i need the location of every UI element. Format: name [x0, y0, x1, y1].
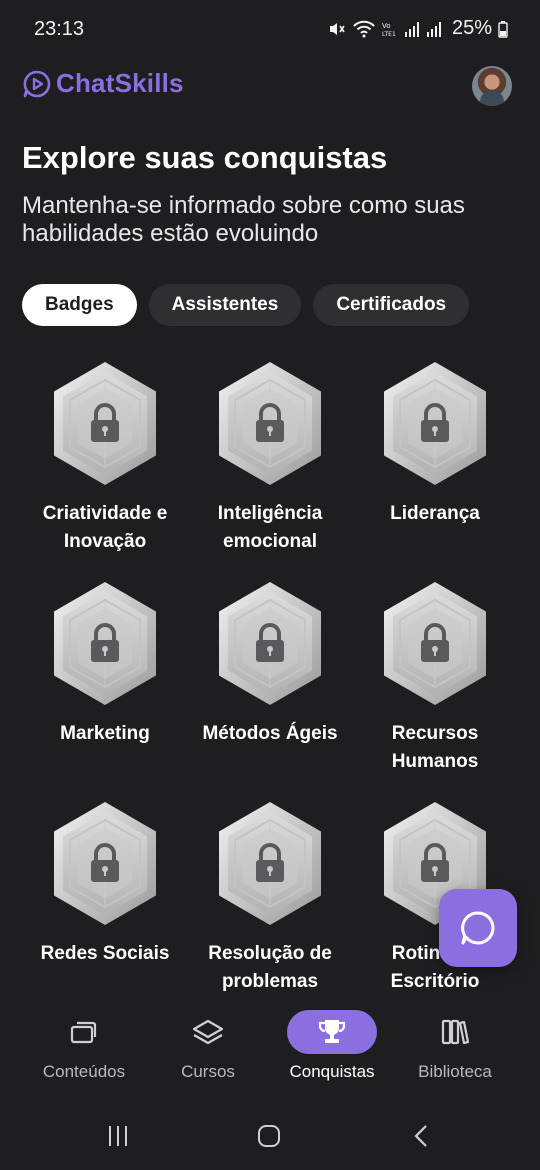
chat-button[interactable]	[439, 889, 517, 967]
status-time: 23:13	[34, 18, 85, 40]
volte-icon: VoLTE1	[382, 22, 396, 38]
locked-badge-icon	[215, 580, 325, 707]
nav-conteudos[interactable]: Conteúdos	[24, 1010, 144, 1090]
app-logo[interactable]: ChatSkills	[22, 68, 184, 99]
avatar[interactable]	[472, 66, 512, 106]
locked-badge-icon	[380, 360, 490, 487]
battery-icon	[498, 20, 508, 38]
tab-assistentes[interactable]: Assistentes	[148, 284, 302, 326]
status-icons: Vo LTE1 25%	[328, 17, 508, 40]
screen: 23:13 Vo LTE1 25% ChatSkills Explore suas…	[0, 0, 540, 1170]
svg-text:Vo: Vo	[382, 22, 391, 30]
nav-label: Conteúdos	[42, 1062, 126, 1081]
svg-text:LTE1: LTE1	[382, 31, 396, 38]
nav-label: Conquistas	[289, 1062, 375, 1081]
badge-label: Criatividade e Inovação	[42, 503, 168, 552]
locked-badge-icon	[50, 580, 160, 707]
badge-label: Métodos Ágeis	[202, 723, 338, 744]
page-subtitle: Mantenha-se informado sobre como suas ha…	[22, 192, 465, 247]
signal-icon	[426, 21, 441, 37]
stacked-cards-icon	[70, 1021, 97, 1044]
play-chat-icon	[23, 70, 51, 97]
page-title: Explore suas conquistas	[22, 140, 388, 175]
recent-apps-icon[interactable]	[106, 1124, 130, 1148]
system-nav-bar	[0, 1100, 540, 1170]
app-header: ChatSkills	[0, 58, 540, 114]
nav-label: Cursos	[181, 1062, 235, 1081]
chat-bubble-icon	[461, 911, 495, 945]
mute-icon	[329, 22, 345, 35]
nav-cursos[interactable]: Cursos	[148, 1010, 268, 1090]
nav-biblioteca[interactable]: Biblioteca	[395, 1010, 515, 1090]
badge-label: Inteligência emocional	[217, 503, 323, 552]
signal-icon	[404, 21, 419, 37]
tab-badges[interactable]: Badges	[22, 284, 137, 326]
badge-label: Resolução de problemas	[208, 943, 332, 992]
locked-badge-icon	[215, 800, 325, 927]
bottom-nav: Conteúdos Cursos Conquistas Biblioteca	[0, 996, 540, 1100]
wifi-icon	[353, 20, 375, 37]
nav-label: Biblioteca	[418, 1062, 492, 1081]
back-icon[interactable]	[410, 1124, 434, 1148]
battery-percentage: 25%	[451, 17, 492, 39]
locked-badge-icon	[215, 360, 325, 487]
home-icon[interactable]	[257, 1124, 281, 1148]
app-name: ChatSkills	[56, 68, 184, 98]
badge-label: Recursos Humanos	[391, 723, 479, 772]
locked-badge-icon	[50, 800, 160, 927]
badge-label: Liderança	[390, 503, 480, 524]
tab-certificados[interactable]: Certificados	[313, 284, 470, 326]
layers-icon	[192, 1019, 224, 1045]
tab-bar: Badges Assistentes Certificados	[22, 284, 470, 326]
trophy-icon	[318, 1020, 346, 1043]
badge-label: Marketing	[60, 723, 150, 744]
nav-conquistas[interactable]: Conquistas	[272, 1010, 392, 1090]
status-bar: 23:13 Vo LTE1 25%	[0, 0, 540, 58]
badge-label: Redes Sociais	[40, 943, 170, 964]
locked-badge-icon	[380, 580, 490, 707]
books-icon	[441, 1019, 470, 1045]
locked-badge-icon	[50, 360, 160, 487]
